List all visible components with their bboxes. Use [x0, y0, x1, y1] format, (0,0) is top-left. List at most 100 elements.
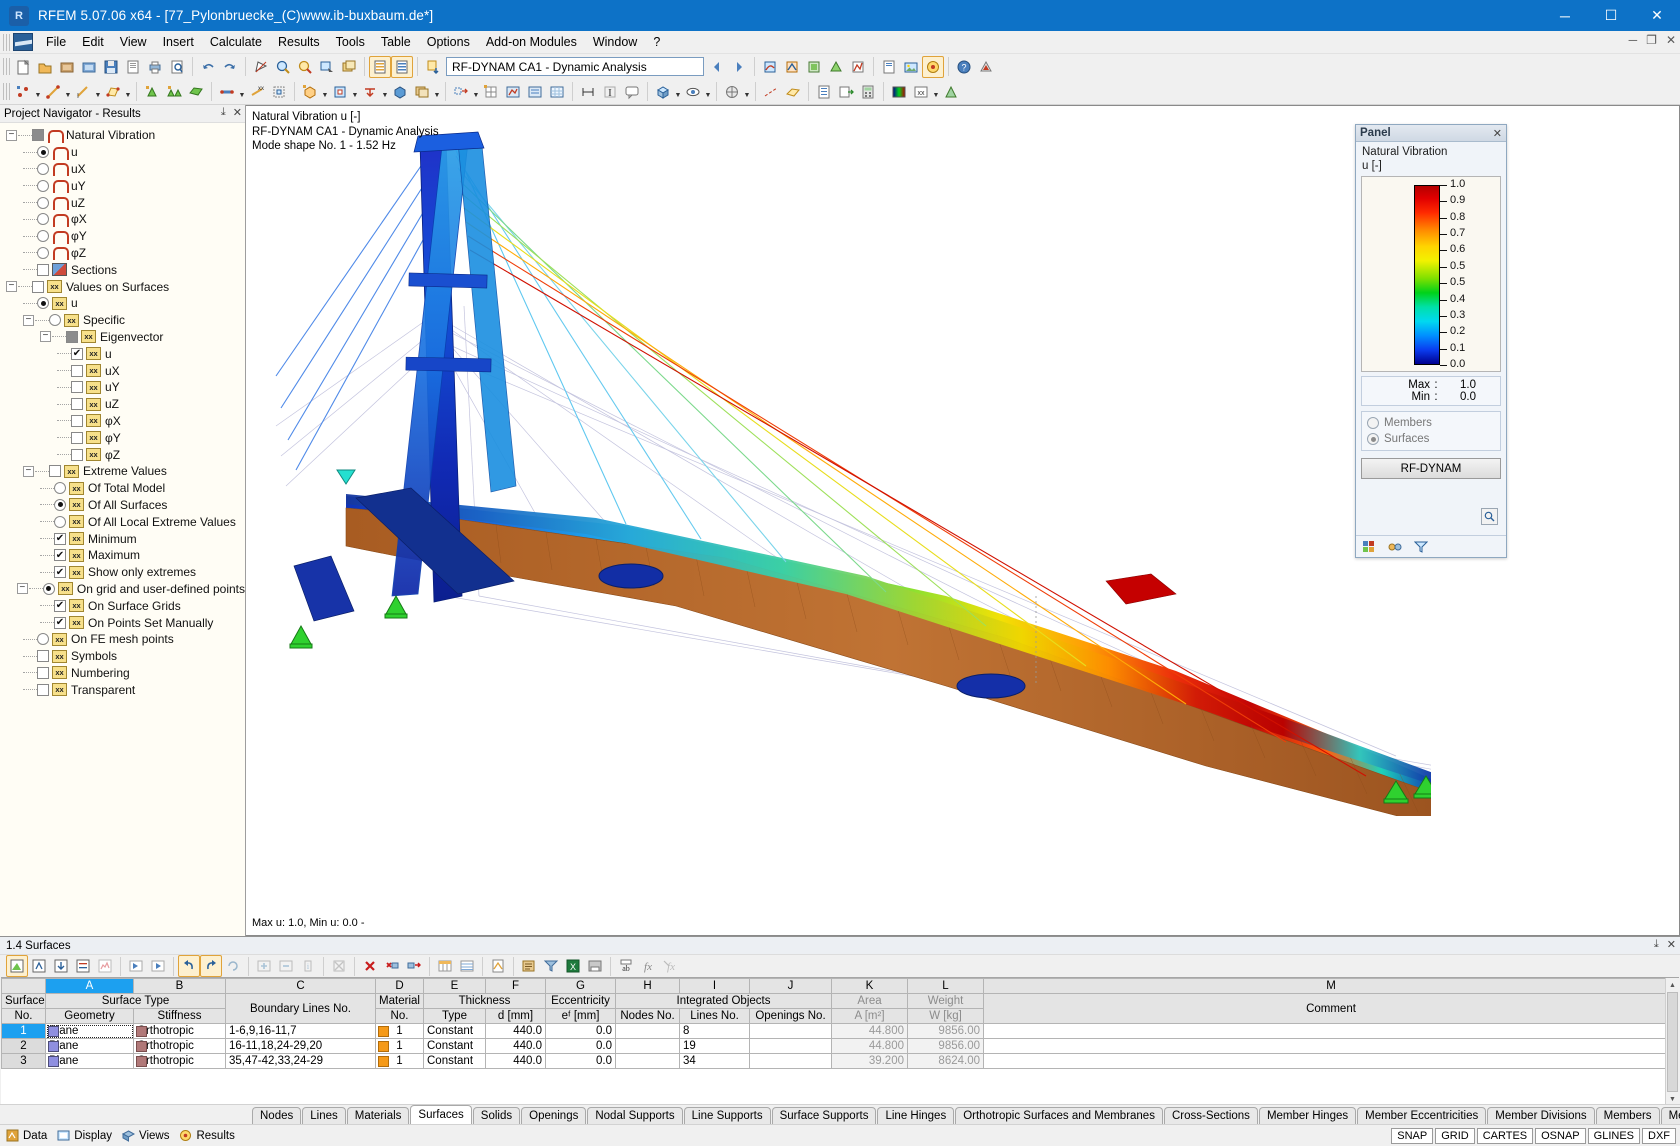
- table-redo-icon[interactable]: [200, 955, 222, 977]
- table-report-icon[interactable]: [518, 955, 540, 977]
- tree-radio-unchecked[interactable]: [37, 163, 49, 175]
- panel-factors-icon[interactable]: [1388, 540, 1402, 554]
- tree-checkbox-unchecked[interactable]: [71, 432, 83, 444]
- table-refresh-icon[interactable]: [222, 955, 244, 977]
- save-icon[interactable]: [100, 56, 122, 78]
- col-letter-m[interactable]: M: [984, 979, 1679, 994]
- window-minimize-button[interactable]: ─: [1542, 0, 1588, 31]
- table-chart-icon[interactable]: [94, 955, 116, 977]
- new-solid-icon[interactable]: [299, 81, 321, 103]
- new-line-dimension-icon[interactable]: I: [72, 81, 94, 103]
- tree-item-extreme-values[interactable]: −xxExtreme Values: [0, 463, 245, 480]
- tree-item-on-grid-and-user-defined-points[interactable]: −xxOn grid and user-defined points: [0, 581, 245, 598]
- tree-item-on-fe-mesh-points[interactable]: xxOn FE mesh points: [0, 631, 245, 648]
- window-close-button[interactable]: ✕: [1634, 0, 1680, 31]
- tree-expander-icon[interactable]: −: [23, 315, 34, 326]
- tree-radio-unchecked[interactable]: [37, 247, 49, 259]
- col-letter-a[interactable]: A: [46, 979, 134, 994]
- tab-surfaces[interactable]: Surfaces: [410, 1105, 471, 1124]
- move-copy-icon[interactable]: [450, 81, 472, 103]
- table-delete-row-icon[interactable]: [381, 955, 403, 977]
- cell-type[interactable]: Constant: [424, 1039, 486, 1054]
- new-file-icon[interactable]: [12, 56, 34, 78]
- pan-view-icon[interactable]: [316, 56, 338, 78]
- select-objects-icon[interactable]: [250, 56, 272, 78]
- col-letter-f[interactable]: F: [486, 979, 546, 994]
- surfaces-table[interactable]: A B C D E F G H I J K L M Surface Surfac…: [1, 978, 1679, 1069]
- tree-checkbox-unchecked[interactable]: [71, 415, 83, 427]
- print-preview-icon[interactable]: [166, 56, 188, 78]
- tree-item-of-all-surfaces[interactable]: xxOf All Surfaces: [0, 497, 245, 514]
- col-letter-c[interactable]: C: [226, 979, 376, 994]
- tab-member-hinges[interactable]: Member Hinges: [1259, 1107, 1356, 1124]
- table-insert-after-icon[interactable]: [403, 955, 425, 977]
- status-item-display[interactable]: Display: [57, 1129, 112, 1142]
- tree-radio-checked[interactable]: [43, 583, 55, 595]
- display-properties-icon[interactable]: [721, 81, 743, 103]
- cell-geometry[interactable]: Plane: [46, 1039, 134, 1054]
- tree-checkbox-unchecked[interactable]: [71, 398, 83, 410]
- tree-checkbox-checked[interactable]: ✔: [54, 533, 66, 545]
- result-panel[interactable]: Panel ✕ Natural Vibration u [-] 1.00.90.…: [1355, 124, 1507, 558]
- tree-expander-icon[interactable]: −: [6, 281, 17, 292]
- status-toggle-grid[interactable]: GRID: [1435, 1128, 1475, 1144]
- table-row[interactable]: 3PlaneOrthotropic35,47-42,33,24-291Const…: [2, 1054, 1679, 1069]
- column-letters-row[interactable]: A B C D E F G H I J K L M: [2, 979, 1679, 994]
- panel-color-settings-icon[interactable]: [1362, 540, 1376, 554]
- tree-radio-unchecked[interactable]: [37, 180, 49, 192]
- results-on-surfaces-icon[interactable]: [888, 81, 910, 103]
- members-radio[interactable]: [1367, 417, 1379, 429]
- status-item-results[interactable]: Results: [179, 1129, 234, 1142]
- new-nodal-support-icon[interactable]: [141, 81, 163, 103]
- show-table-icon[interactable]: [369, 56, 391, 78]
- tree-item-ux[interactable]: xxuX: [0, 362, 245, 379]
- table-add-row-icon[interactable]: [253, 955, 275, 977]
- tab-member-divisions[interactable]: Member Divisions: [1487, 1107, 1594, 1124]
- menu-grip[interactable]: [3, 34, 10, 51]
- status-item-views[interactable]: Views: [122, 1129, 169, 1142]
- table-export-excel-icon[interactable]: X: [562, 955, 584, 977]
- table-prev-page-icon[interactable]: [125, 955, 147, 977]
- table-view-grid-icon[interactable]: [434, 955, 456, 977]
- member-eccentricity-icon[interactable]: xx: [246, 81, 268, 103]
- cell-comment[interactable]: [984, 1024, 1679, 1039]
- table-body[interactable]: 1PlaneOrthotropic1-6,9,16-11,71Constant4…: [2, 1024, 1679, 1069]
- table-settings-icon[interactable]: [487, 955, 509, 977]
- menu-item-calculate[interactable]: Calculate: [202, 32, 270, 52]
- tab-nodes[interactable]: Nodes: [252, 1107, 301, 1124]
- status-toggle-cartes[interactable]: CARTES: [1477, 1128, 1533, 1144]
- col-letter-e[interactable]: E: [424, 979, 486, 994]
- cell-boundary[interactable]: 1-6,9,16-11,7: [226, 1024, 376, 1039]
- table-info-icon[interactable]: i: [297, 955, 319, 977]
- surfaces-option[interactable]: Surfaces: [1367, 431, 1495, 447]
- tree-item-uz[interactable]: uZ: [0, 194, 245, 211]
- cell-no[interactable]: 2: [2, 1039, 46, 1054]
- calculate-selected-icon[interactable]: [524, 81, 546, 103]
- cell-material[interactable]: 1: [376, 1054, 424, 1069]
- navigator-pin-button[interactable]: ⤓: [221, 106, 226, 119]
- member-division-icon[interactable]: [268, 81, 290, 103]
- tree-item-of-all-local-extreme-values[interactable]: xxOf All Local Extreme Values: [0, 513, 245, 530]
- surfaces-radio[interactable]: [1367, 433, 1379, 445]
- tree-item-u[interactable]: xxu: [0, 295, 245, 312]
- load-case-display[interactable]: RF-DYNAM CA1 - Dynamic Analysis: [446, 57, 704, 76]
- menu-item-options[interactable]: Options: [419, 32, 478, 52]
- table-row[interactable]: 1PlaneOrthotropic1-6,9,16-11,71Constant4…: [2, 1024, 1679, 1039]
- status-toggle-dxf[interactable]: DXF: [1642, 1128, 1676, 1144]
- cell-no[interactable]: 3: [2, 1054, 46, 1069]
- table-print-icon[interactable]: [584, 955, 606, 977]
- table-vertical-scrollbar[interactable]: ▲ ▼: [1665, 978, 1679, 1104]
- menu-item-view[interactable]: View: [112, 32, 155, 52]
- mdi-close-button[interactable]: ✕: [1666, 33, 1676, 47]
- scroll-thumb[interactable]: [1667, 992, 1678, 1092]
- cell-d[interactable]: 440.0: [486, 1054, 546, 1069]
- support-reactions-icon[interactable]: [825, 56, 847, 78]
- tree-item-transparent[interactable]: xxTransparent: [0, 681, 245, 698]
- col-letter-b[interactable]: B: [134, 979, 226, 994]
- result-values-icon[interactable]: xx: [910, 81, 932, 103]
- new-line-icon[interactable]: [42, 81, 64, 103]
- cell-stiffness[interactable]: Orthotropic: [134, 1054, 226, 1069]
- table-view-list-icon[interactable]: [456, 955, 478, 977]
- cell-type[interactable]: Constant: [424, 1054, 486, 1069]
- tab-solids[interactable]: Solids: [473, 1107, 520, 1124]
